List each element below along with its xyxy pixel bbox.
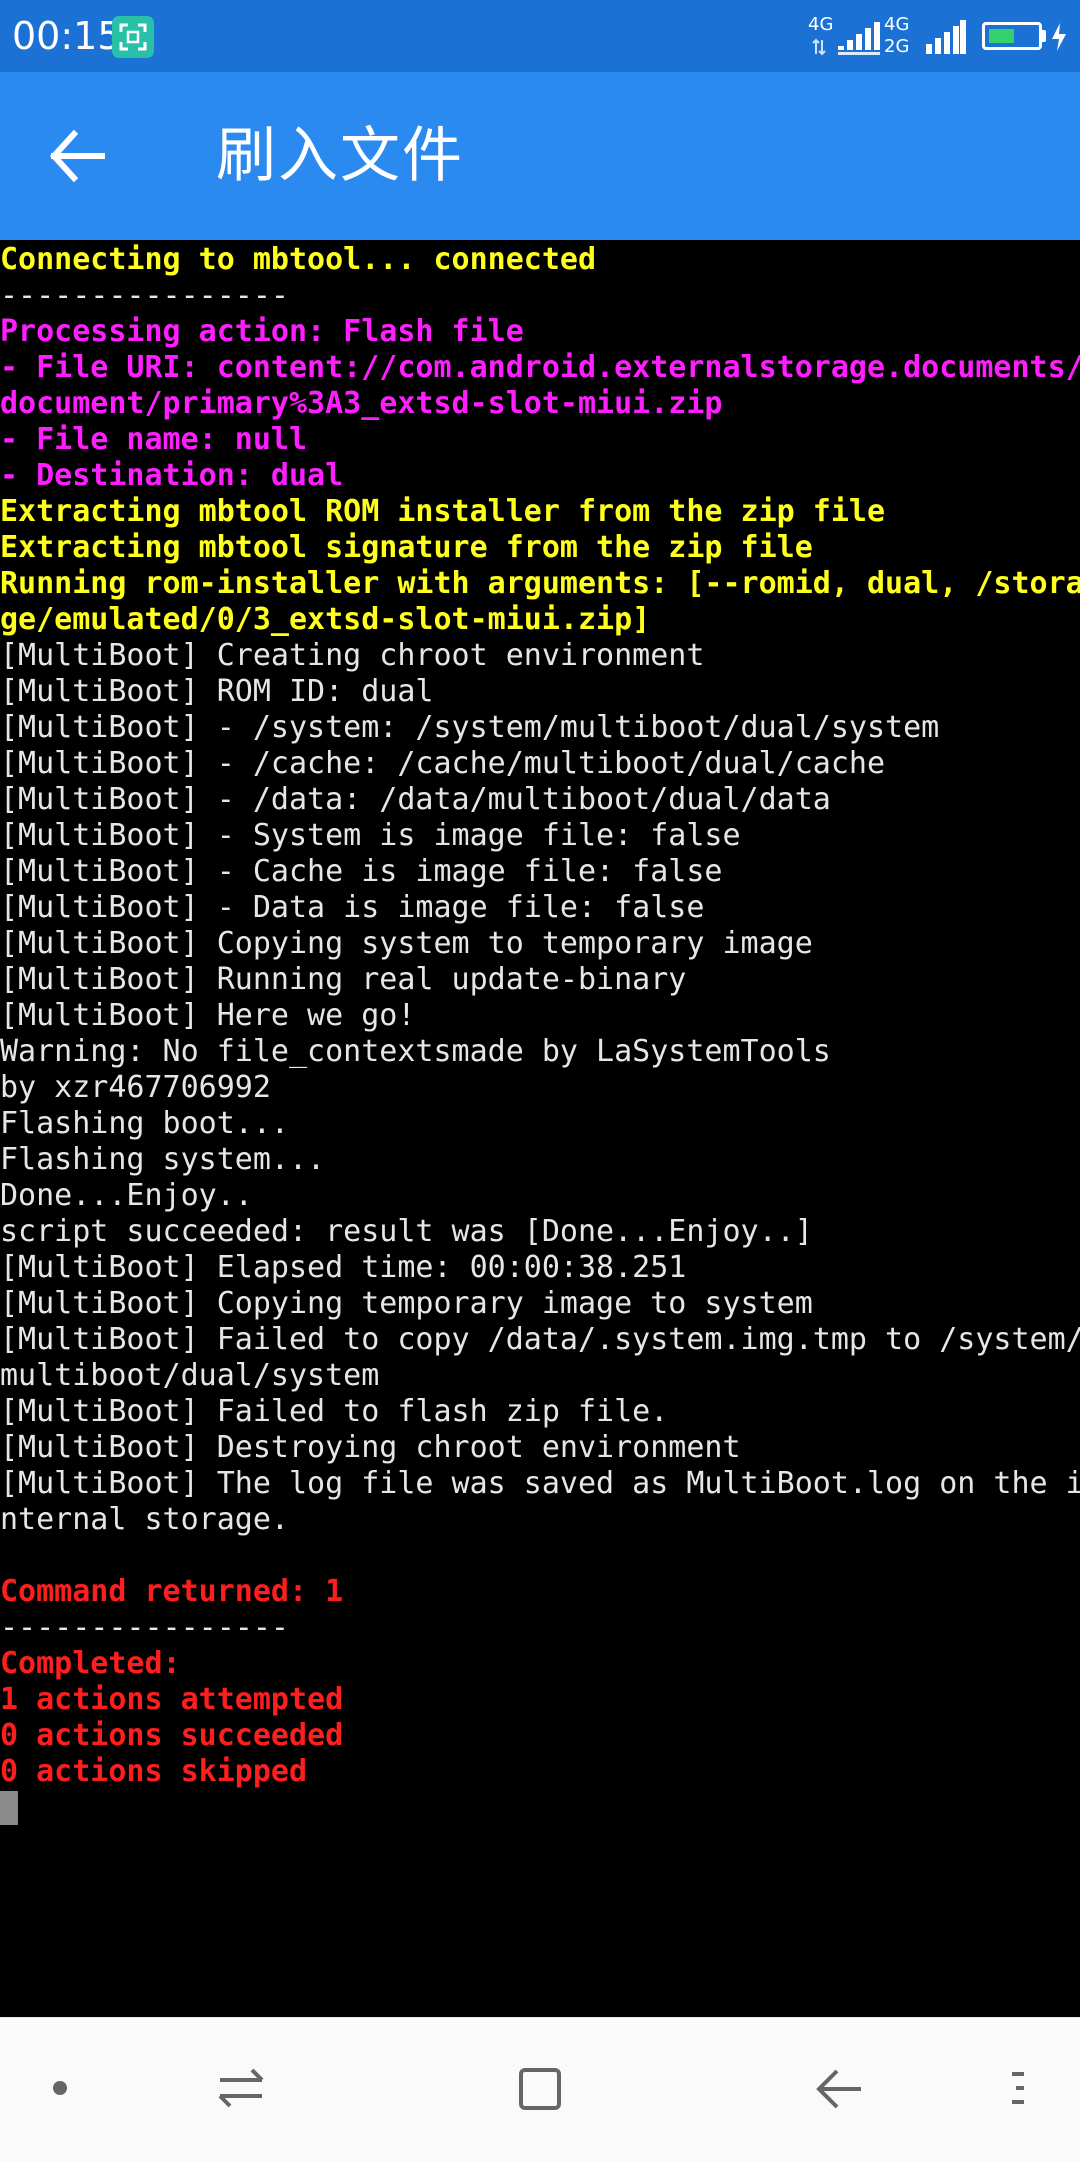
switch-button[interactable] xyxy=(206,2054,276,2124)
log-line: Flashing boot... xyxy=(0,1106,289,1141)
log-line: document/primary%3A3_extsd-slot-miui.zip xyxy=(0,386,723,421)
log-line: Flashing system... xyxy=(0,1142,326,1177)
log-line: [MultiBoot] - /data: /data/multiboot/dua… xyxy=(0,782,831,817)
back-nav-button[interactable] xyxy=(805,2054,875,2124)
back-button[interactable] xyxy=(44,124,124,188)
log-line: - File URI: content://com.android.extern… xyxy=(0,350,1080,385)
screenshot-scan-icon xyxy=(112,16,154,58)
log-line: - Destination: dual xyxy=(0,458,344,493)
battery-fill xyxy=(989,29,1014,43)
log-line: [MultiBoot] Copying system to temporary … xyxy=(0,926,813,961)
log-line: ---------------- xyxy=(0,278,289,313)
more-button[interactable] xyxy=(984,2054,1054,2124)
signal-icon xyxy=(838,20,882,60)
battery-icon xyxy=(982,22,1042,50)
text-cursor xyxy=(0,1791,18,1825)
log-line: [MultiBoot] Here we go! xyxy=(0,998,416,1033)
log-line: Connecting to mbtool... connected xyxy=(0,242,597,277)
switch-icon xyxy=(218,2068,264,2108)
log-line: by xzr467706992 xyxy=(0,1070,271,1105)
log-line: [MultiBoot] Copying temporary image to s… xyxy=(0,1286,813,1321)
home-square-icon xyxy=(519,2068,561,2110)
log-line: Processing action: Flash file xyxy=(0,314,524,349)
network1-label: 4G xyxy=(808,14,834,35)
log-line: [MultiBoot] Destroying chroot environmen… xyxy=(0,1430,741,1465)
charging-icon xyxy=(1050,22,1068,56)
signal-icon xyxy=(926,20,966,60)
log-line: [MultiBoot] - /cache: /cache/multiboot/d… xyxy=(0,746,886,781)
data-arrows-icon xyxy=(812,38,826,56)
log-line: script succeeded: result was [Done...Enj… xyxy=(0,1214,813,1249)
log-line: Command returned: 1 xyxy=(0,1574,344,1609)
back-arrow-icon xyxy=(49,129,105,183)
log-line: [MultiBoot] - System is image file: fals… xyxy=(0,818,741,853)
log-line: ---------------- xyxy=(0,1610,289,1645)
log-line: ge/emulated/0/3_extsd-slot-miui.zip] xyxy=(0,602,651,637)
network2-label-bottom: 2G xyxy=(884,36,910,57)
nav-bar xyxy=(0,2017,1080,2161)
log-line: multiboot/dual/system xyxy=(0,1358,380,1393)
log-line: Warning: No file_contextsmade by LaSyste… xyxy=(0,1034,831,1069)
console-output[interactable]: Connecting to mbtool... connected -------… xyxy=(0,242,1080,2017)
log-line: [MultiBoot] - Data is image file: false xyxy=(0,890,705,925)
log-line: [MultiBoot] Creating chroot environment xyxy=(0,638,705,673)
log-line: [MultiBoot] - /system: /system/multiboot… xyxy=(0,710,940,745)
log-line: Extracting mbtool ROM installer from the… xyxy=(0,494,886,529)
log-line: 1 actions attempted xyxy=(0,1682,344,1717)
log-line: Running rom-installer with arguments: [-… xyxy=(0,566,1080,601)
back-arrow-icon xyxy=(816,2069,861,2109)
battery-tip xyxy=(1042,30,1046,42)
log-line: Done...Enjoy.. xyxy=(0,1178,253,1213)
dot-menu-icon xyxy=(53,2081,67,2095)
more-icon xyxy=(1012,2072,1024,2104)
app-bar: 刷入文件 xyxy=(0,72,1080,240)
log-line: Completed: xyxy=(0,1646,181,1681)
log-line: - File name: null xyxy=(0,422,308,457)
log-line: nternal storage. xyxy=(0,1502,289,1537)
status-time: 00:15 xyxy=(12,14,122,58)
log-line: [MultiBoot] Running real update-binary xyxy=(0,962,687,997)
page-title: 刷入文件 xyxy=(216,121,464,191)
log-line: [MultiBoot] The log file was saved as Mu… xyxy=(0,1466,1080,1501)
home-button[interactable] xyxy=(505,2054,575,2124)
log-line: [MultiBoot] Failed to flash zip file. xyxy=(0,1394,669,1429)
dot-menu-button[interactable] xyxy=(26,2054,96,2124)
log-line: [MultiBoot] - Cache is image file: false xyxy=(0,854,723,889)
log-line: [MultiBoot] ROM ID: dual xyxy=(0,674,434,709)
status-bar: 00:15 4G 4G 2G xyxy=(0,0,1080,72)
log-line: Extracting mbtool signature from the zip… xyxy=(0,530,813,565)
log-line: [MultiBoot] Failed to copy /data/.system… xyxy=(0,1322,1080,1357)
log-line: 0 actions skipped xyxy=(0,1754,308,1789)
log-line: 0 actions succeeded xyxy=(0,1718,344,1753)
log-line: [MultiBoot] Elapsed time: 00:00:38.251 xyxy=(0,1250,687,1285)
network2-label-top: 4G xyxy=(884,14,910,35)
